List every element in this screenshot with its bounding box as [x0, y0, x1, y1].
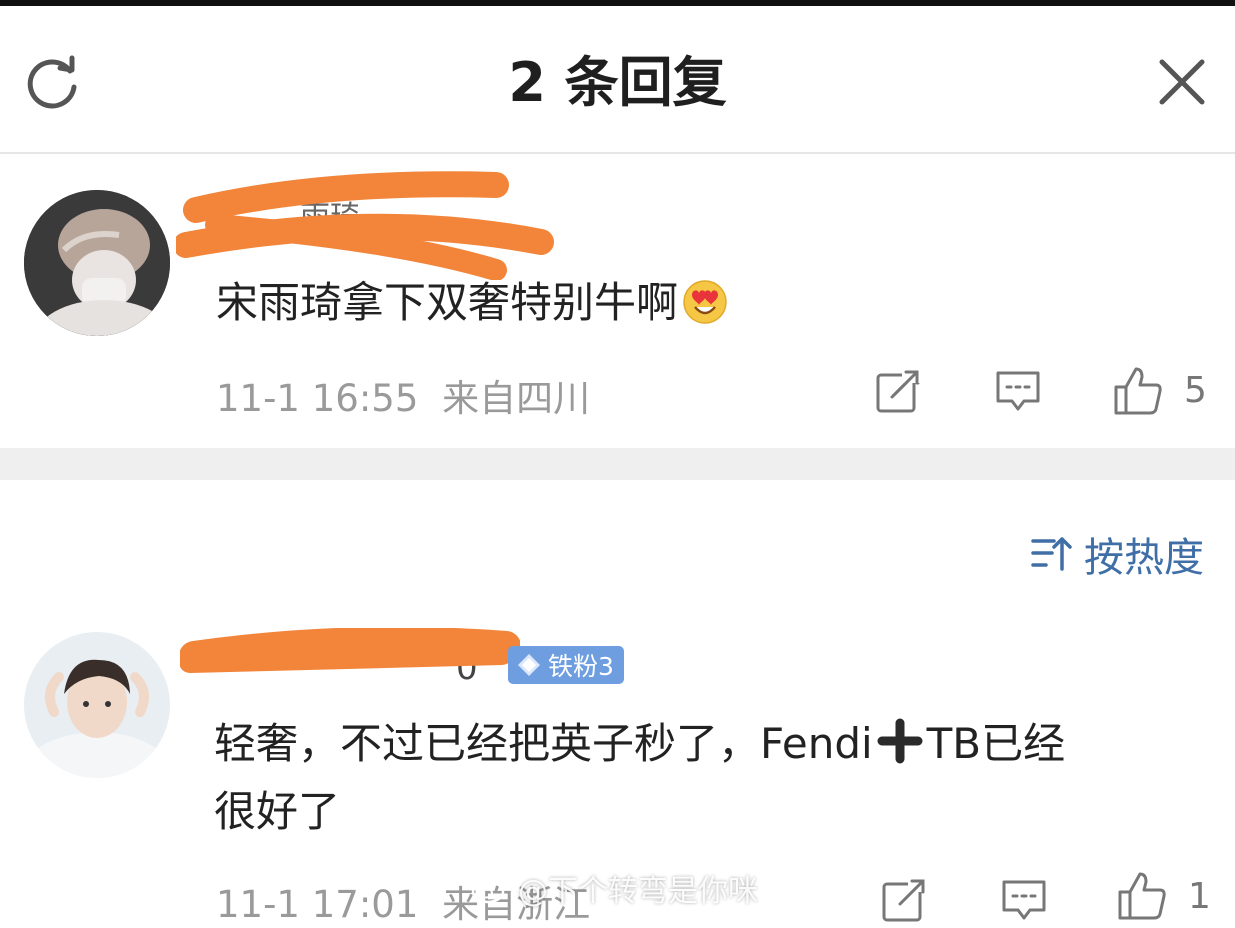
username[interactable]: 雨琦: [300, 192, 360, 236]
like-icon[interactable]: [1116, 870, 1168, 922]
like-count: 1: [1188, 876, 1211, 917]
comment-time: 11-1 16:55: [216, 377, 419, 420]
avatar-photo: [24, 632, 170, 778]
avatar[interactable]: [24, 190, 170, 336]
comment-meta: 11-1 16:55 来自四川: [216, 368, 590, 422]
fan-level-badge: 铁粉3: [508, 646, 624, 684]
watermark-text: @下个转弯是你咪: [518, 874, 758, 909]
share-icon[interactable]: [880, 876, 928, 924]
plus-icon: [877, 718, 923, 764]
username-redaction: [176, 171, 554, 280]
share-icon[interactable]: [874, 367, 922, 415]
weibo-watermark: @下个转弯是你咪: [470, 866, 758, 910]
page-title: 2 条回复: [508, 51, 727, 114]
heart-eyes-emoji: [683, 280, 727, 324]
weibo-logo-icon: [471, 874, 511, 904]
comment-text: 宋雨琦拿下双奢特别牛啊: [216, 272, 728, 334]
comment-location: 来自四川: [442, 377, 591, 420]
comment-text: 轻奢，不过已经把英子秒了，Fendi TB已经 很好了: [214, 718, 1066, 836]
like-count: 5: [1184, 370, 1207, 411]
username[interactable]: 0: [456, 648, 478, 688]
sort-icon: [1031, 537, 1072, 571]
avatar[interactable]: [24, 632, 170, 778]
sort-label: 按热度: [1084, 535, 1204, 581]
section-divider: [0, 448, 1235, 480]
badge-label: 铁粉3: [548, 652, 614, 681]
comment-icon[interactable]: [994, 367, 1042, 415]
diamond-icon: [518, 654, 540, 676]
like-icon[interactable]: [1112, 365, 1164, 417]
sort-by-hot-button[interactable]: 按热度: [1030, 526, 1204, 582]
header-divider: [0, 152, 1235, 154]
comment-icon[interactable]: [1000, 876, 1048, 924]
avatar-photo: [24, 190, 170, 336]
close-icon[interactable]: [1156, 56, 1208, 108]
comment-time: 11-1 17:01: [216, 883, 419, 926]
reply-header: 2 条回复: [0, 6, 1235, 154]
